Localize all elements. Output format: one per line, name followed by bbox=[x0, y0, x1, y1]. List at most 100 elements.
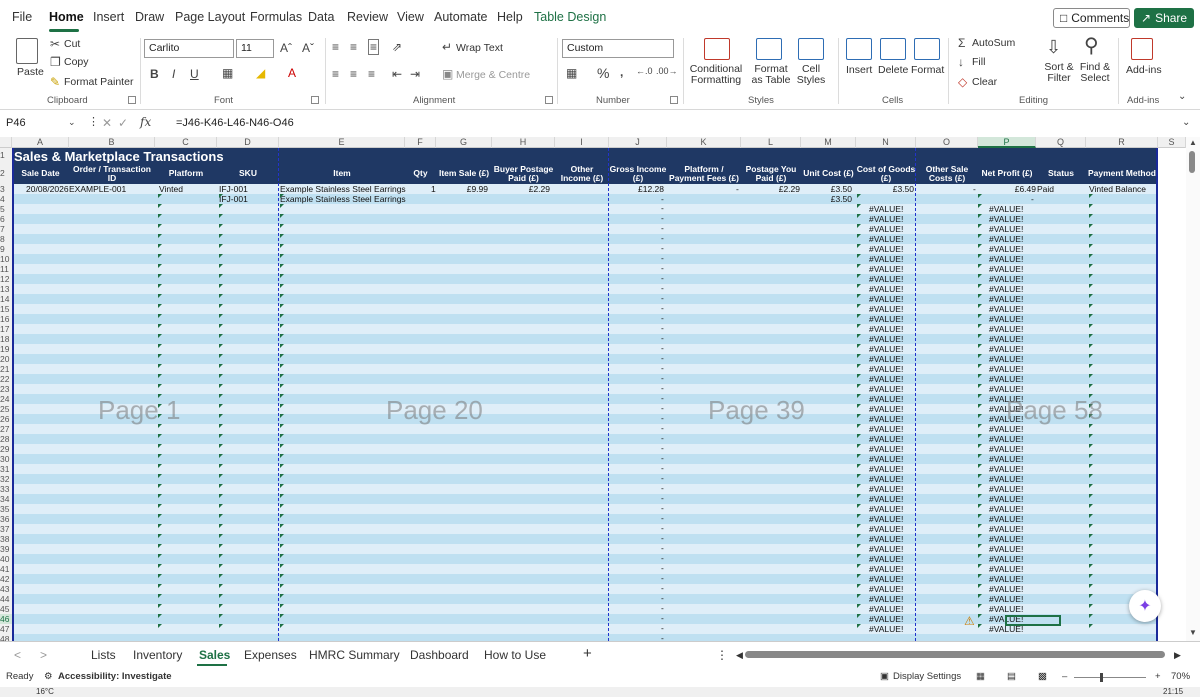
cost-of-goods-error[interactable]: #VALUE! bbox=[869, 384, 903, 394]
gross-income-cell[interactable]: - bbox=[661, 383, 664, 393]
gross-income-cell[interactable]: - bbox=[661, 613, 664, 623]
column-title[interactable]: Item bbox=[279, 163, 405, 184]
cell-status[interactable]: Paid bbox=[1037, 184, 1054, 194]
column-header-n[interactable]: N bbox=[856, 137, 916, 148]
gross-income-cell[interactable]: - bbox=[661, 393, 664, 403]
zoom-in-icon[interactable]: + bbox=[1155, 671, 1161, 682]
cost-of-goods-error[interactable]: #VALUE! bbox=[869, 314, 903, 324]
cost-of-goods-error[interactable]: #VALUE! bbox=[869, 514, 903, 524]
addins-button[interactable]: Add-ins bbox=[1126, 64, 1162, 76]
gross-income-cell[interactable]: - bbox=[661, 293, 664, 303]
column-title[interactable]: Buyer Postage Paid (£) bbox=[492, 163, 555, 184]
tab-help[interactable]: Help bbox=[497, 10, 523, 24]
gross-income-cell[interactable]: - bbox=[661, 283, 664, 293]
scroll-right-icon[interactable]: ▶ bbox=[1174, 650, 1181, 661]
row-header[interactable]: 18 bbox=[0, 334, 12, 344]
percent-icon[interactable]: % bbox=[597, 66, 609, 80]
gross-income-cell[interactable]: - bbox=[661, 333, 664, 343]
row-header[interactable]: 24 bbox=[0, 394, 12, 404]
gross-income-cell[interactable]: - bbox=[661, 343, 664, 353]
worksheet-grid[interactable]: Sales & Marketplace Transactions Sale Da… bbox=[12, 148, 1158, 641]
row-header[interactable]: 33 bbox=[0, 484, 12, 494]
row-header[interactable]: 38 bbox=[0, 534, 12, 544]
cost-of-goods-error[interactable]: #VALUE! bbox=[869, 234, 903, 244]
sheet-tab-how-to-use[interactable]: How to Use bbox=[484, 648, 546, 662]
column-title[interactable]: Payment Method bbox=[1086, 163, 1158, 184]
gross-income-cell[interactable]: - bbox=[661, 483, 664, 493]
cost-of-goods-error[interactable]: #VALUE! bbox=[869, 484, 903, 494]
previous-sheet-icon[interactable]: < bbox=[14, 648, 21, 662]
conditional-formatting-button[interactable]: Conditional Formatting bbox=[688, 64, 744, 86]
gross-income-cell[interactable]: - bbox=[661, 363, 664, 373]
row-header[interactable]: 39 bbox=[0, 544, 12, 554]
sheet-title[interactable]: Sales & Marketplace Transactions bbox=[14, 149, 224, 164]
row-header[interactable]: 6 bbox=[0, 214, 12, 224]
row-header[interactable]: 22 bbox=[0, 374, 12, 384]
row-header[interactable]: 34 bbox=[0, 494, 12, 504]
fill-color-icon[interactable]: ◢ bbox=[256, 67, 265, 79]
net-profit-error[interactable]: #VALUE! bbox=[989, 464, 1023, 474]
sheet-tab-sales[interactable]: Sales bbox=[199, 648, 230, 662]
column-title[interactable]: Item Sale (£) bbox=[436, 163, 492, 184]
format-cells-button[interactable]: Format bbox=[911, 64, 944, 76]
gross-income-cell[interactable]: - bbox=[661, 563, 664, 573]
gross-income-cell[interactable]: - bbox=[661, 423, 664, 433]
column-header-l[interactable]: L bbox=[741, 137, 801, 148]
cost-of-goods-error[interactable]: #VALUE! bbox=[869, 574, 903, 584]
accessibility-status[interactable]: Accessibility: Investigate bbox=[58, 671, 172, 682]
tab-automate[interactable]: Automate bbox=[434, 10, 488, 24]
net-profit-error[interactable]: #VALUE! bbox=[989, 564, 1023, 574]
row-header[interactable]: 40 bbox=[0, 554, 12, 564]
tab-formulas[interactable]: Formulas bbox=[250, 10, 302, 24]
cost-of-goods-error[interactable]: #VALUE! bbox=[869, 294, 903, 304]
font-size-select[interactable]: 11 bbox=[236, 39, 274, 58]
row-header[interactable]: 32 bbox=[0, 474, 12, 484]
gross-income-cell[interactable]: - bbox=[661, 513, 664, 523]
sort-filter-button[interactable]: Sort & Filter bbox=[1040, 62, 1078, 84]
cost-of-goods-error[interactable]: #VALUE! bbox=[869, 424, 903, 434]
cost-of-goods-error[interactable]: #VALUE! bbox=[869, 604, 903, 614]
cell-other-costs[interactable]: - bbox=[973, 184, 976, 194]
gross-income-cell[interactable]: - bbox=[661, 373, 664, 383]
row-header[interactable]: 1 bbox=[0, 148, 12, 163]
cost-of-goods-error[interactable]: #VALUE! bbox=[869, 404, 903, 414]
row-header[interactable]: 23 bbox=[0, 384, 12, 394]
clock[interactable]: 21:15 bbox=[1163, 687, 1183, 696]
gross-income-cell[interactable]: - bbox=[661, 503, 664, 513]
net-profit-error[interactable]: #VALUE! bbox=[989, 494, 1023, 504]
sheet-tab-dashboard[interactable]: Dashboard bbox=[410, 648, 469, 662]
column-header-a[interactable]: A bbox=[12, 137, 69, 148]
scroll-down-icon[interactable]: ▼ bbox=[1189, 629, 1197, 637]
gross-income-cell[interactable]: - bbox=[661, 433, 664, 443]
copy-button[interactable]: Copy bbox=[64, 56, 89, 68]
tab-home[interactable]: Home bbox=[49, 10, 84, 24]
bold-icon[interactable]: B bbox=[150, 68, 159, 80]
cell-item[interactable]: Example Stainless Steel Earrings bbox=[280, 184, 406, 194]
number-dialog-launcher[interactable] bbox=[670, 96, 678, 104]
column-header-g[interactable]: G bbox=[436, 137, 492, 148]
row-header[interactable]: 9 bbox=[0, 244, 12, 254]
gross-income-cell[interactable]: - bbox=[661, 243, 664, 253]
tab-data[interactable]: Data bbox=[308, 10, 334, 24]
row-header[interactable]: 46 bbox=[0, 614, 12, 624]
underline-icon[interactable]: U bbox=[190, 68, 199, 80]
row-header[interactable]: 45 bbox=[0, 604, 12, 614]
cost-of-goods-error[interactable]: #VALUE! bbox=[869, 554, 903, 564]
comma-style-icon[interactable]: , bbox=[620, 66, 623, 78]
row-header[interactable]: 37 bbox=[0, 524, 12, 534]
net-profit-error[interactable]: #VALUE! bbox=[989, 284, 1023, 294]
autosum-button[interactable]: AutoSum bbox=[972, 37, 1015, 49]
gross-income-cell[interactable]: - bbox=[661, 623, 664, 633]
column-header-r[interactable]: R bbox=[1086, 137, 1158, 148]
column-title[interactable]: Order / Transaction ID bbox=[69, 163, 155, 184]
cost-of-goods-error[interactable]: #VALUE! bbox=[869, 334, 903, 344]
gross-income-cell[interactable]: - bbox=[661, 413, 664, 423]
gross-income-cell[interactable]: - bbox=[661, 303, 664, 313]
gross-income-cell[interactable]: - bbox=[661, 473, 664, 483]
row-header[interactable]: 48 bbox=[0, 634, 12, 641]
font-dialog-launcher[interactable] bbox=[311, 96, 319, 104]
share-button[interactable]: ↗ Share bbox=[1134, 8, 1194, 28]
gross-income-cell[interactable]: - bbox=[661, 233, 664, 243]
cost-of-goods-error[interactable]: #VALUE! bbox=[869, 394, 903, 404]
gross-income-cell[interactable]: - bbox=[661, 633, 664, 641]
